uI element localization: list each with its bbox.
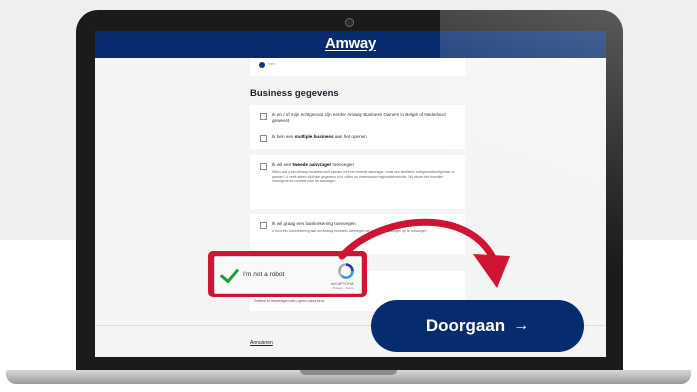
previous-question-card: Nee [250,58,465,76]
section-title: Business gegevens [250,88,339,99]
second-applicant-help: Wist u dat u een Amway business kunt ope… [272,170,455,184]
checkbox-bank-account-label: Ik wil graag een bankrekening toevoegen [272,221,356,226]
radio-selected-icon[interactable] [259,62,265,68]
checkbox-multiple-business[interactable] [260,135,267,142]
recaptcha-widget[interactable]: I'm not a robot reCAPTCHA Privacy - Term… [214,256,362,294]
doorgaan-button[interactable]: Doorgaan → [371,300,584,352]
option-card-second-applicant: Ik wil een tweede aanvrager toevoegen Wi… [250,155,465,209]
doorgaan-label: Doorgaan [425,316,506,335]
checkbox-second-applicant-label: Ik wil een tweede aanvrager toevoegen [272,162,354,167]
cancel-link[interactable]: Annuleren [250,340,273,346]
arrow-right-icon: → [513,317,530,334]
camera-icon [345,18,354,27]
amway-logo[interactable]: Amway [95,35,606,52]
checkbox-previous-abo-label: Ik en / of mijn echtgenoot zijn eerder A… [272,112,446,123]
radio-label: Nee [268,61,276,66]
laptop-base-notch [300,370,397,375]
option-card-bank-account: Ik wil graag een bankrekening toevoegen … [250,214,465,254]
option-card-business-history: Ik en / of mijn echtgenoot zijn eerder A… [250,105,465,149]
checkbox-bank-account[interactable] [260,222,267,229]
captcha-label: I'm not a robot [243,271,285,278]
captcha-error: Gelieve te bevestigen dat u geen robot b… [254,299,325,303]
recaptcha-logo-icon [338,263,354,279]
checkbox-second-applicant[interactable] [260,163,267,170]
site-header: Amway [95,31,606,58]
checkbox-multiple-business-label: Ik ben een multiple business aan het ope… [272,134,367,139]
recaptcha-links[interactable]: Privacy - Terms [333,286,354,290]
checkmark-icon[interactable] [219,263,240,284]
checkbox-previous-abo[interactable] [260,113,267,120]
bank-account-help: U kunt een bankrekening aan uw Amway bus… [272,229,427,233]
